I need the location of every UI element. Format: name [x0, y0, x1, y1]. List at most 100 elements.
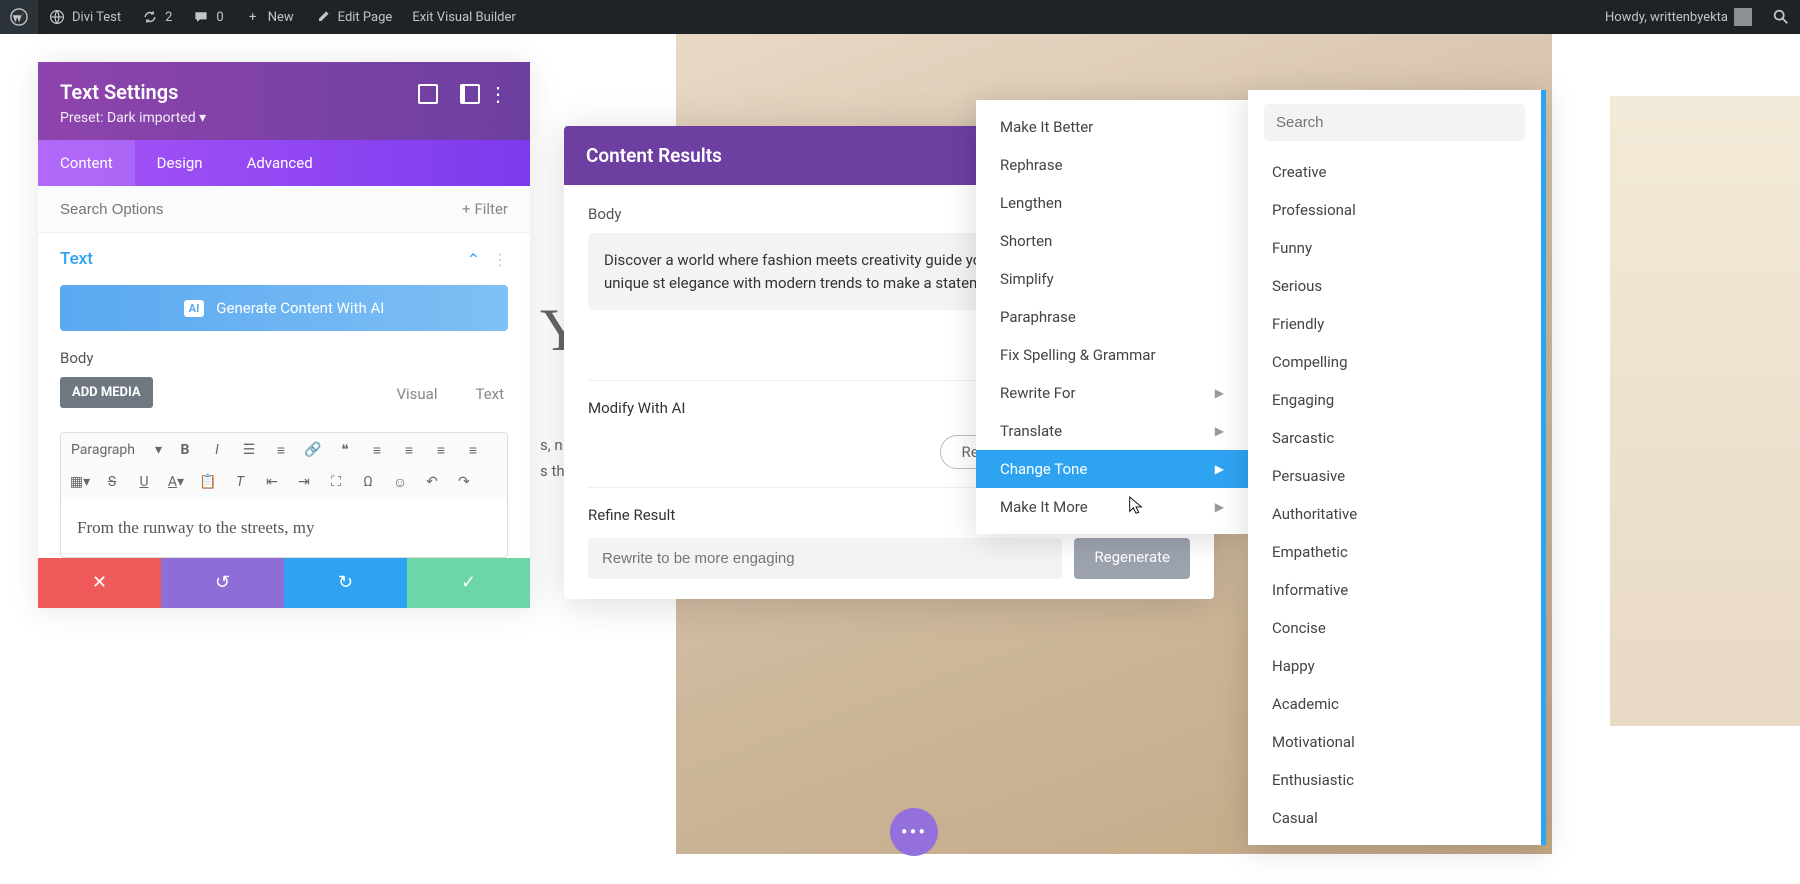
kebab-icon[interactable]: ⋮	[492, 250, 508, 269]
kebab-icon[interactable]: ⋮	[488, 82, 508, 106]
panel-tabs: Content Design Advanced	[38, 140, 530, 186]
editor-content[interactable]: From the runway to the streets, my	[61, 499, 507, 557]
tone-option[interactable]: Authoritative	[1248, 495, 1541, 533]
tone-option[interactable]: Academic	[1248, 685, 1541, 723]
tone-option[interactable]: Motivational	[1248, 723, 1541, 761]
comments-link[interactable]: 0	[182, 0, 233, 34]
tone-option[interactable]: Persuasive	[1248, 457, 1541, 495]
link-icon[interactable]: 🔗	[304, 441, 322, 459]
tone-option[interactable]: Engaging	[1248, 381, 1541, 419]
chevron-down-icon: ▾	[155, 442, 162, 458]
regenerate-button[interactable]: Regenerate	[1074, 538, 1190, 579]
quote-icon[interactable]: ❝	[336, 441, 354, 459]
text-color-icon[interactable]: A▾	[167, 473, 185, 491]
indent-icon[interactable]: ⇥	[295, 473, 313, 491]
tone-option[interactable]: Casual	[1248, 799, 1541, 837]
emoji-icon[interactable]: ☺	[391, 473, 409, 491]
refresh-link[interactable]: 2	[131, 0, 182, 34]
home-icon	[48, 8, 66, 26]
align-right-icon[interactable]: ≡	[432, 441, 450, 459]
paste-icon[interactable]: 📋	[199, 473, 217, 491]
chevron-right-icon: ▶	[1215, 500, 1224, 514]
page-bg-image-right	[1610, 96, 1800, 726]
strike-icon[interactable]: S	[103, 473, 121, 491]
visual-tab[interactable]: Visual	[392, 377, 441, 411]
site-name-link[interactable]: Divi Test	[38, 0, 131, 34]
improve-option[interactable]: Paraphrase	[976, 298, 1248, 336]
account-link[interactable]: Howdy, writtenbyekta	[1595, 0, 1762, 34]
redo-button[interactable]: ↻	[284, 558, 407, 608]
undo-icon[interactable]: ↶	[423, 473, 441, 491]
outdent-icon[interactable]: ⇤	[263, 473, 281, 491]
search-admin[interactable]	[1762, 0, 1800, 34]
tone-option[interactable]: Funny	[1248, 229, 1541, 267]
omega-icon[interactable]: Ω	[359, 473, 377, 491]
chevron-down-icon: ▾	[199, 110, 206, 126]
ul-icon[interactable]: ☰	[240, 441, 258, 459]
tab-content[interactable]: Content	[38, 140, 135, 186]
paragraph-select[interactable]: Paragraph▾	[71, 442, 162, 458]
underline-icon[interactable]: U	[135, 473, 153, 491]
wysiwyg-editor: Paragraph▾ B I ☰ ≡ 🔗 ❝ ≡ ≡ ≡ ≡ ▦▾ S U A▾…	[60, 432, 508, 558]
improve-option[interactable]: Shorten	[976, 222, 1248, 260]
italic-icon[interactable]: I	[208, 441, 226, 459]
section-text[interactable]: Text ⌃ ⋮	[38, 233, 530, 285]
tone-option[interactable]: Creative	[1248, 153, 1541, 191]
align-left-icon[interactable]: ≡	[368, 441, 386, 459]
search-options-input[interactable]	[60, 201, 462, 218]
chevron-right-icon: ▶	[1215, 386, 1224, 400]
editor-toolbar: Paragraph▾ B I ☰ ≡ 🔗 ❝ ≡ ≡ ≡ ≡ ▦▾ S U A▾…	[61, 433, 507, 499]
align-center-icon[interactable]: ≡	[400, 441, 418, 459]
cancel-button[interactable]: ✕	[38, 558, 161, 608]
site-name: Divi Test	[72, 10, 121, 25]
improve-option[interactable]: Rewrite For▶	[976, 374, 1248, 412]
new-link[interactable]: +New	[234, 0, 304, 34]
ol-icon[interactable]: ≡	[272, 441, 290, 459]
snap-icon[interactable]	[460, 84, 480, 104]
tone-option[interactable]: Informative	[1248, 571, 1541, 609]
undo-button[interactable]: ↺	[161, 558, 284, 608]
tone-option[interactable]: Happy	[1248, 647, 1541, 685]
tone-option[interactable]: Empathetic	[1248, 533, 1541, 571]
redo-icon[interactable]: ↷	[455, 473, 473, 491]
tone-option[interactable]: Compelling	[1248, 343, 1541, 381]
generate-ai-button[interactable]: AI Generate Content With AI	[60, 285, 508, 331]
improve-option[interactable]: Change Tone▶	[976, 450, 1248, 488]
text-tab[interactable]: Text	[471, 377, 508, 411]
improve-option[interactable]: Lengthen	[976, 184, 1248, 222]
tone-option[interactable]: Concise	[1248, 609, 1541, 647]
save-button[interactable]: ✓	[407, 558, 530, 608]
filter-button[interactable]: +Filter	[462, 200, 508, 218]
divi-fab-button[interactable]: •••	[890, 808, 938, 856]
improve-option[interactable]: Fix Spelling & Grammar	[976, 336, 1248, 374]
bold-icon[interactable]: B	[176, 441, 194, 459]
tone-search-input[interactable]	[1264, 104, 1525, 141]
exit-vb-link[interactable]: Exit Visual Builder	[402, 0, 525, 34]
align-justify-icon[interactable]: ≡	[464, 441, 482, 459]
tone-option[interactable]: Friendly	[1248, 305, 1541, 343]
refine-input[interactable]	[588, 538, 1062, 579]
edit-page-link[interactable]: Edit Page	[304, 0, 403, 34]
table-icon[interactable]: ▦▾	[71, 473, 89, 491]
add-media-button[interactable]: ADD MEDIA	[60, 377, 153, 408]
tone-option[interactable]: Professional	[1248, 191, 1541, 229]
text-settings-panel: Text Settings Preset: Dark imported ▾ ⋮ …	[38, 62, 530, 608]
tone-option[interactable]: Sarcastic	[1248, 419, 1541, 457]
expand-icon[interactable]	[418, 84, 438, 104]
tab-advanced[interactable]: Advanced	[225, 140, 335, 186]
close-icon: ✕	[92, 572, 107, 593]
improve-option[interactable]: Make It More▶	[976, 488, 1248, 526]
clear-format-icon[interactable]: T	[231, 473, 249, 491]
improve-option[interactable]: Rephrase	[976, 146, 1248, 184]
improve-option[interactable]: Translate▶	[976, 412, 1248, 450]
fullscreen-icon[interactable]: ⛶	[327, 473, 345, 491]
wp-logo[interactable]	[0, 0, 38, 34]
tone-option[interactable]: Enthusiastic	[1248, 761, 1541, 799]
preset-selector[interactable]: Preset: Dark imported ▾	[60, 110, 508, 126]
wp-admin-bar: Divi Test 2 0 +New Edit Page Exit Visual…	[0, 0, 1800, 34]
tone-option[interactable]: Serious	[1248, 267, 1541, 305]
chevron-up-icon[interactable]: ⌃	[467, 250, 480, 269]
tab-design[interactable]: Design	[135, 140, 225, 186]
improve-option[interactable]: Simplify	[976, 260, 1248, 298]
improve-option[interactable]: Make It Better	[976, 108, 1248, 146]
